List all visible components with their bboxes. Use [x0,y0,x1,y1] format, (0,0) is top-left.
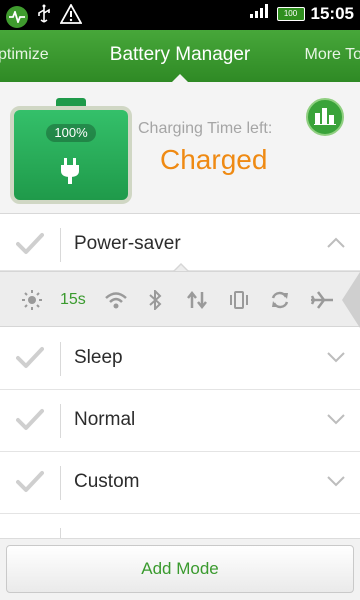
divider [60,342,61,376]
quick-settings-strip: 15s [0,271,360,328]
signal-icon [249,3,271,24]
check-icon[interactable] [16,408,44,437]
add-mode-button[interactable]: Add Mode [6,545,354,593]
mode-row-sleep[interactable]: Sleep [0,328,360,390]
divider [60,528,61,538]
wifi-icon[interactable] [104,290,128,315]
vibrate-icon[interactable] [228,290,250,315]
mode-label: Power-saver [74,233,181,254]
mode-label: Custom [74,471,140,492]
status-time: 15:05 [310,3,354,23]
auto-sync-icon[interactable] [270,290,290,315]
charging-time-label: Charging Time left: [138,120,273,137]
stats-button[interactable] [306,98,344,136]
chevron-down-icon[interactable] [326,350,346,368]
tab-more-tools[interactable]: More To [304,46,360,64]
status-bar: 100 15:05 [0,0,360,30]
footer-bar: Add Mode [0,538,360,600]
usb-icon [36,4,52,29]
divider [60,228,61,262]
mode-row-normal[interactable]: Normal [0,390,360,452]
bar-chart-icon [314,105,336,130]
check-icon[interactable] [16,346,44,375]
tab-indicator [172,74,188,82]
chevron-up-icon[interactable] [326,236,346,254]
battery-status-panel: 100% Charging Time left: Charged [0,82,360,214]
app-activity-icon [6,5,28,28]
screen-timeout-value[interactable]: 15s [60,291,86,309]
check-icon[interactable] [16,470,44,499]
chevron-down-icon[interactable] [326,412,346,430]
check-icon[interactable] [16,232,44,261]
bluetooth-icon[interactable] [148,288,162,315]
chevron-down-icon[interactable] [326,474,346,492]
strip-scroll-arrow[interactable] [342,272,360,328]
divider [60,466,61,500]
divider [60,404,61,438]
warning-icon [59,3,83,29]
list-item [0,514,360,538]
plug-icon [59,158,81,189]
battery-icon: 100 [276,6,305,21]
mode-label: Sleep [74,347,123,368]
airplane-icon[interactable] [310,290,334,315]
mode-row-custom[interactable]: Custom [0,452,360,514]
brightness-icon[interactable] [22,290,42,315]
battery-level-graphic: 100% [10,98,132,204]
charging-status-value: Charged [160,144,268,175]
status-notification-icons [6,3,83,29]
data-sync-icon[interactable] [186,290,208,315]
tab-header: ptimize Battery Manager More To [0,30,360,82]
mode-label: Normal [74,409,136,430]
battery-percent-label: 100% [46,124,96,142]
